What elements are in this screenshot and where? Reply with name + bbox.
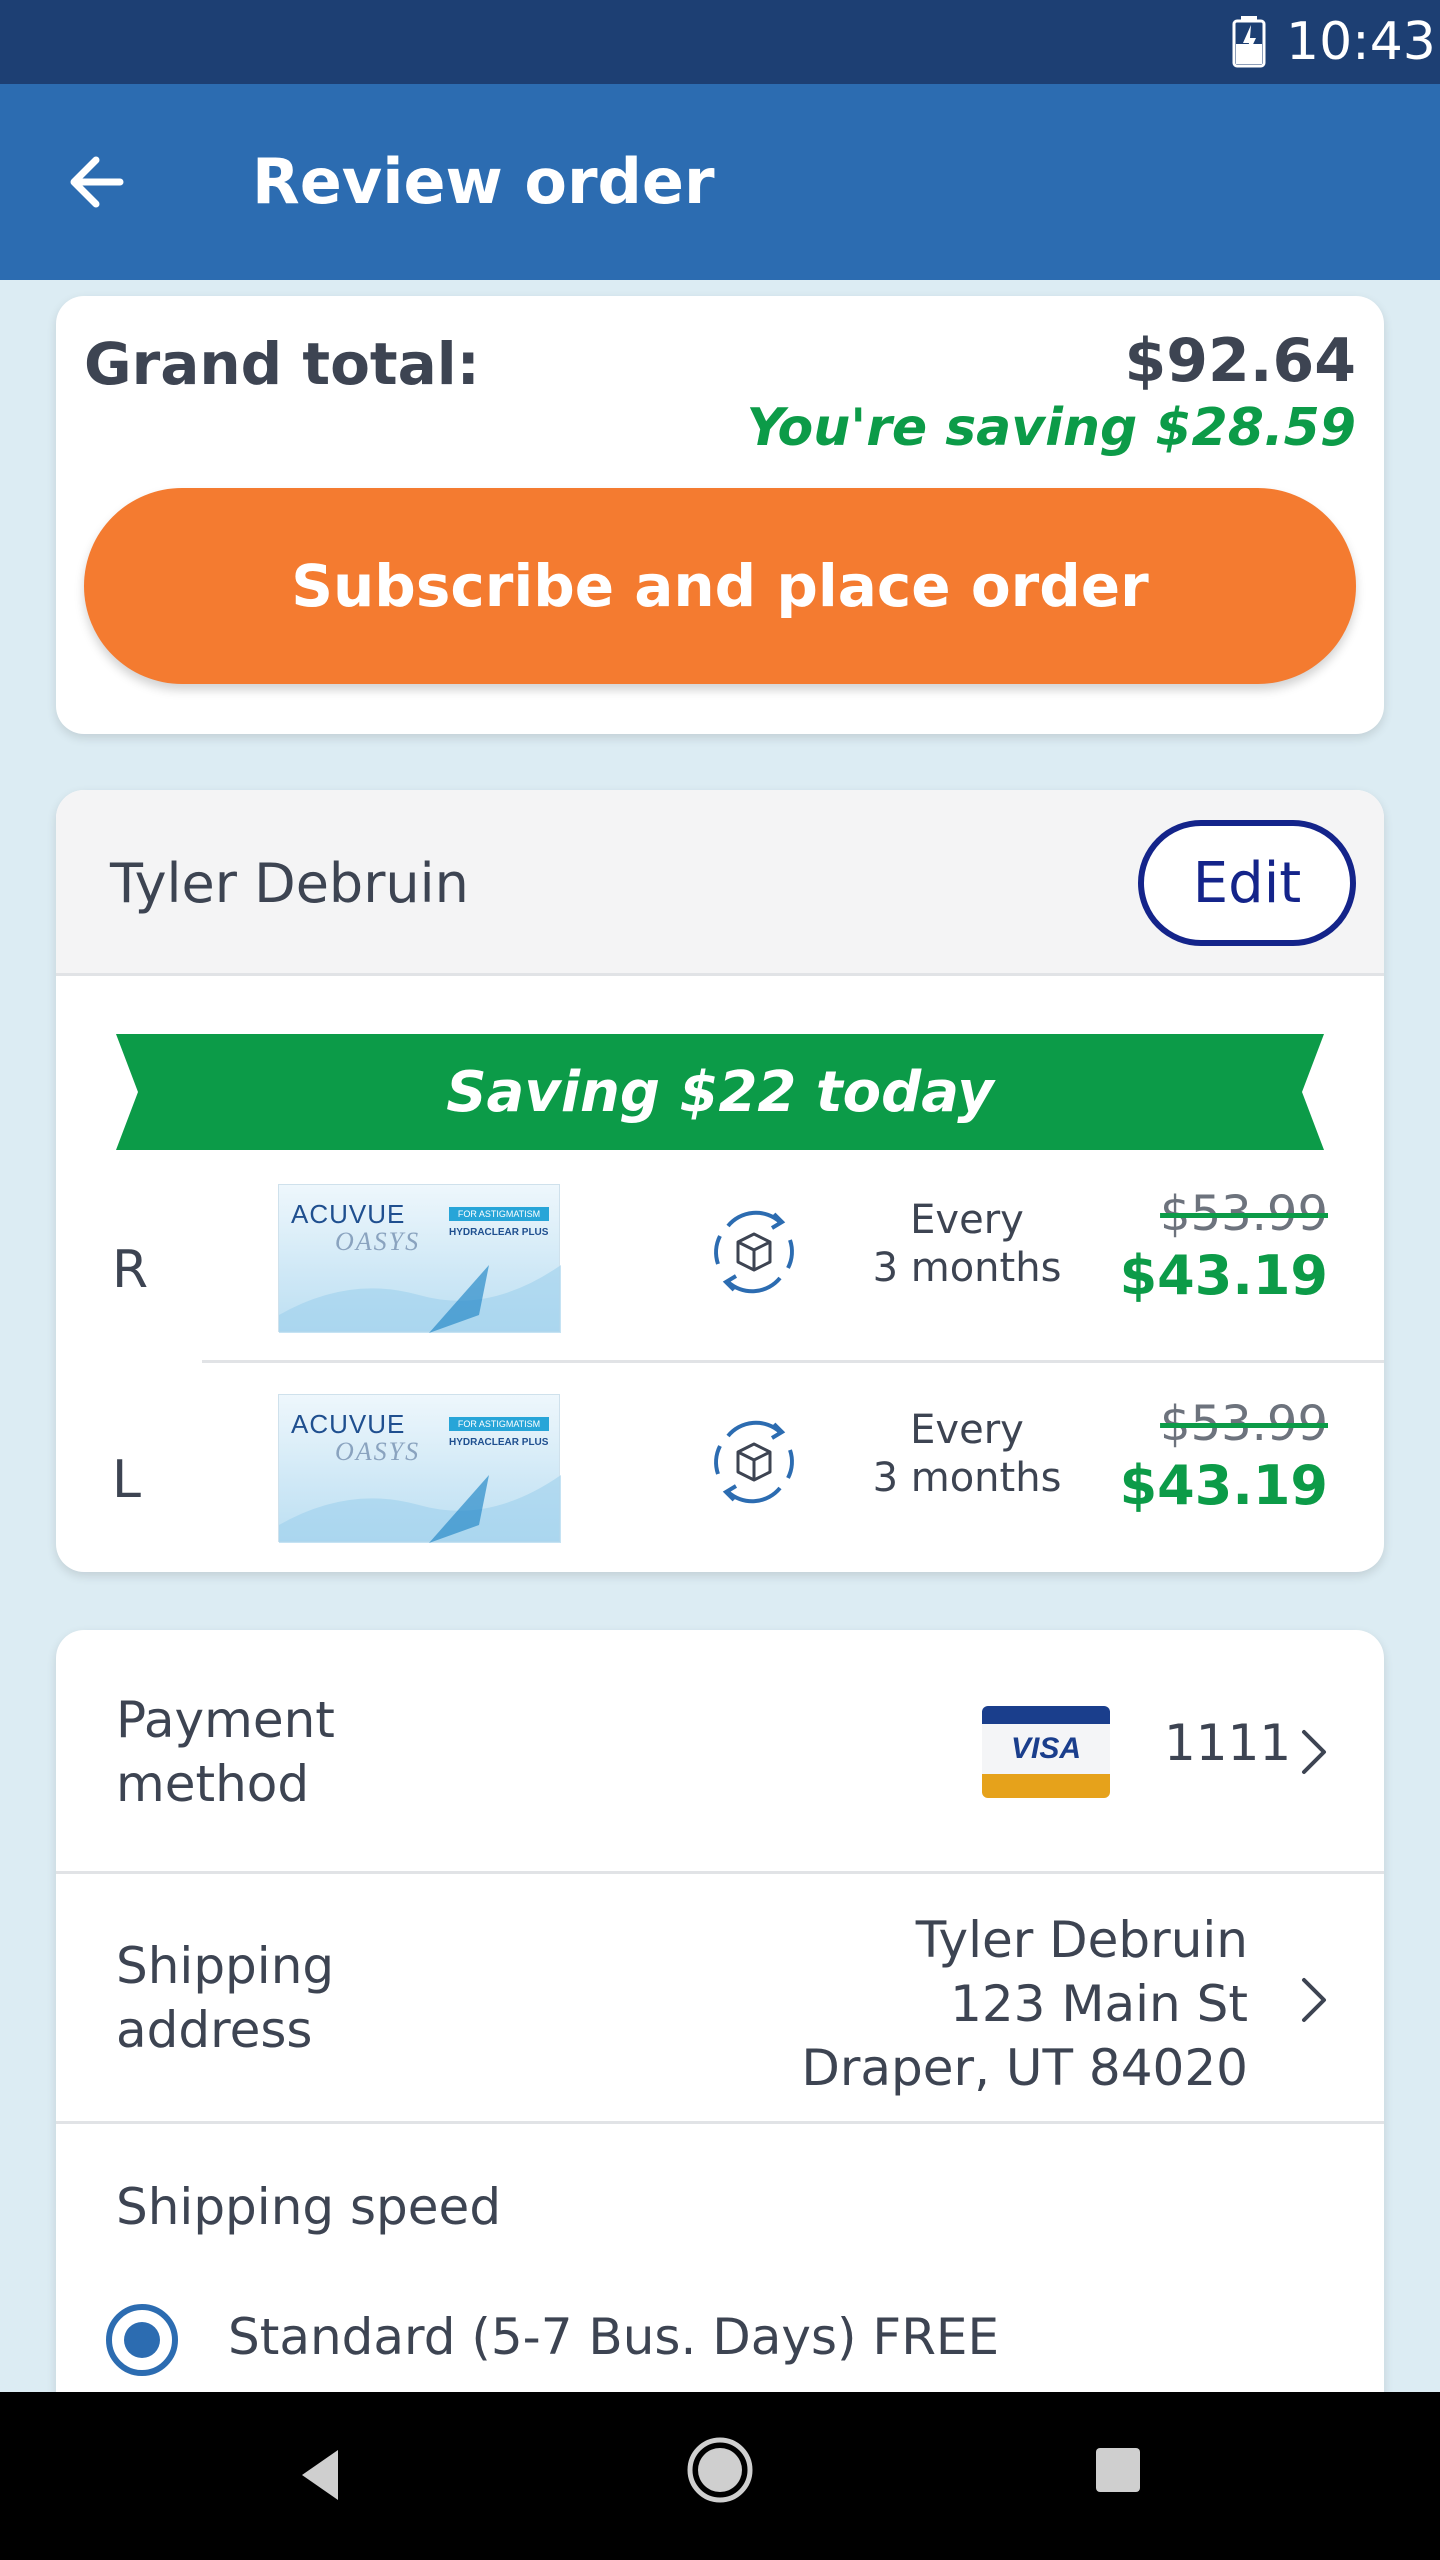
nav-back-icon[interactable] — [298, 2446, 342, 2504]
original-price: $53.99 — [1160, 1186, 1328, 1242]
subscribe-place-order-button[interactable]: Subscribe and place order — [84, 488, 1356, 684]
order-card: Tyler Debruin Edit Saving $22 today R AC… — [56, 790, 1384, 1572]
product-image: ACUVUE OASYS FOR ASTIGMATISM HYDRACLEAR … — [278, 1394, 561, 1543]
product-brand: ACUVUE — [291, 1199, 406, 1229]
address-name: Tyler Debruin — [915, 1911, 1248, 1969]
page-title: Review order — [252, 145, 715, 218]
nav-recents-icon[interactable] — [1096, 2448, 1140, 2492]
product-tag: FOR ASTIGMATISM — [449, 1207, 549, 1221]
chevron-right-icon — [1302, 1730, 1326, 1774]
savings-banner-text: Saving $22 today — [446, 1059, 994, 1125]
frequency: Every 3 months — [826, 1196, 1108, 1292]
subscription-box-icon — [714, 1420, 794, 1504]
status-bar: 10:43 — [0, 0, 1440, 84]
status-time: 10:43 — [1286, 12, 1436, 72]
savings-banner: Saving $22 today — [116, 1034, 1324, 1150]
frequency-line2: 3 months — [872, 1245, 1062, 1291]
payment-method-row[interactable]: Payment method VISA 1111 — [56, 1630, 1384, 1874]
original-price: $53.99 — [1160, 1396, 1328, 1452]
eye-label: L — [112, 1450, 141, 1510]
arrow-left-icon[interactable] — [60, 144, 136, 220]
product-line: OASYS — [335, 1437, 421, 1466]
chevron-right-icon — [1302, 1978, 1326, 2022]
subscription-box-icon — [714, 1210, 794, 1294]
order-header: Tyler Debruin Edit — [56, 790, 1384, 976]
divider — [202, 1360, 1384, 1363]
grand-total-label: Grand total: — [84, 330, 480, 398]
visa-card-icon: VISA — [982, 1706, 1110, 1798]
payment-method-label: Payment method — [116, 1688, 476, 1816]
lens-item-right: R ACUVUE OASYS FOR ASTIGMATISM HYDRACLEA… — [56, 1170, 1384, 1380]
address-street: 123 Main St — [950, 1975, 1248, 2033]
lens-item-left: L ACUVUE OASYS FOR ASTIGMATISM HYDRACLEA… — [56, 1380, 1384, 1572]
app-bar: Review order — [0, 84, 1440, 280]
product-line: OASYS — [335, 1227, 421, 1256]
product-sub: HYDRACLEAR PLUS — [449, 1437, 549, 1448]
frequency: Every 3 months — [826, 1406, 1108, 1502]
frequency-line2: 3 months — [872, 1455, 1062, 1501]
edit-button[interactable]: Edit — [1138, 820, 1356, 946]
shipping-speed-label: Shipping speed — [116, 2178, 502, 2236]
grand-total-amount: $92.64 — [1124, 326, 1356, 396]
frequency-line1: Every — [910, 1407, 1024, 1453]
battery-charging-icon — [1232, 16, 1266, 68]
payment-label-line1: Payment — [116, 1691, 335, 1749]
nav-home-icon[interactable] — [686, 2436, 754, 2504]
grand-total-card: Grand total: $92.64 You're saving $28.59… — [56, 296, 1384, 734]
shipping-label-line2: address — [116, 2001, 313, 2059]
discounted-price: $43.19 — [1119, 1454, 1328, 1517]
shipping-address-label: Shipping address — [116, 1934, 476, 2062]
product-brand: ACUVUE — [291, 1409, 406, 1439]
shipping-address-row[interactable]: Shipping address Tyler Debruin 123 Main … — [56, 1874, 1384, 2124]
frequency-line1: Every — [910, 1197, 1024, 1243]
eye-label: R — [112, 1240, 149, 1300]
radio-selected-icon[interactable] — [106, 2304, 178, 2376]
discounted-price: $43.19 — [1119, 1244, 1328, 1307]
patient-name: Tyler Debruin — [110, 852, 469, 915]
payment-label-line2: method — [116, 1755, 310, 1813]
shipping-label-line1: Shipping — [116, 1937, 335, 1995]
product-sub: HYDRACLEAR PLUS — [449, 1227, 549, 1238]
address-city: Draper, UT 84020 — [801, 2039, 1248, 2097]
product-tag: FOR ASTIGMATISM — [449, 1417, 549, 1431]
product-image: ACUVUE OASYS FOR ASTIGMATISM HYDRACLEAR … — [278, 1184, 561, 1333]
system-nav-bar — [0, 2392, 1440, 2560]
shipping-option-label: Standard (5-7 Bus. Days) FREE — [228, 2308, 1000, 2366]
shipping-address: Tyler Debruin 123 Main St Draper, UT 840… — [801, 1908, 1248, 2100]
card-last-four: 1111 — [1164, 1714, 1292, 1772]
card-brand: VISA — [982, 1724, 1110, 1774]
savings-text: You're saving $28.59 — [746, 398, 1356, 458]
